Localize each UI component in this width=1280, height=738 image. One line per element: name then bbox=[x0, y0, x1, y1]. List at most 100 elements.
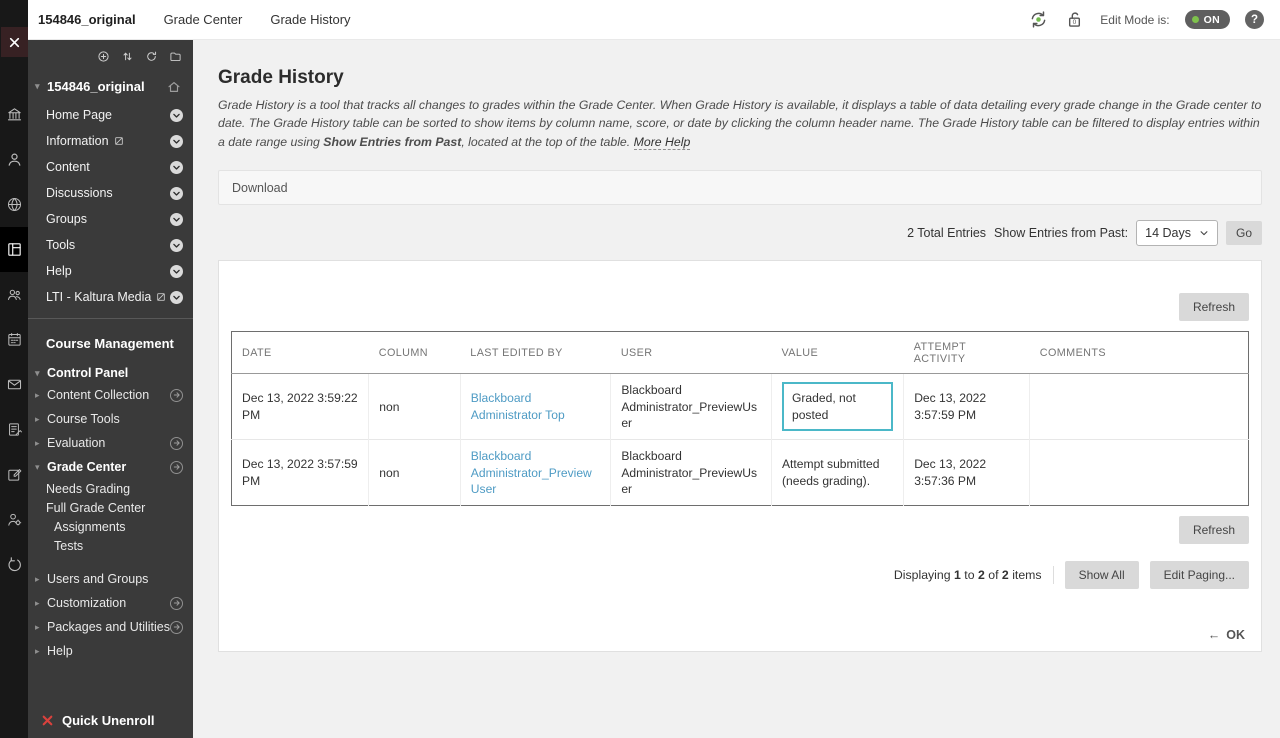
sidebar-item-assignments[interactable]: Assignments bbox=[28, 517, 193, 536]
more-help-link[interactable]: More Help bbox=[634, 135, 691, 150]
back-arrow-icon: ← bbox=[1208, 628, 1221, 642]
sidebar-item-lti-kaltura-media[interactable]: LTI - Kaltura Media bbox=[28, 284, 193, 310]
sidebar-item-course-tools[interactable]: ▸Course Tools bbox=[28, 407, 193, 431]
open-in-new-arrow-icon[interactable] bbox=[170, 437, 183, 450]
sidebar-item-information[interactable]: Information bbox=[28, 128, 193, 154]
last-edited-by-link[interactable]: Blackboard Administrator Top bbox=[471, 391, 565, 421]
reorder-icon[interactable] bbox=[121, 50, 134, 63]
sidebar-tools bbox=[28, 40, 193, 65]
page-description: Grade History is a tool that tracks all … bbox=[218, 96, 1262, 151]
sidebar-item-groups[interactable]: Groups bbox=[28, 206, 193, 232]
item-options-chevron-icon[interactable] bbox=[170, 135, 183, 148]
item-options-chevron-icon[interactable] bbox=[170, 161, 183, 174]
sidebar-item-label: Course Tools bbox=[47, 412, 120, 426]
sidebar-item-content[interactable]: Content bbox=[28, 154, 193, 180]
sidebar-item-customization[interactable]: ▸Customization bbox=[28, 591, 193, 615]
sidebar-item-home-page[interactable]: Home Page bbox=[28, 102, 193, 128]
edit-paging-button[interactable]: Edit Paging... bbox=[1150, 561, 1249, 589]
open-in-new-arrow-icon[interactable] bbox=[170, 389, 183, 402]
column-header-value[interactable]: VALUE bbox=[771, 332, 903, 374]
sidebar-item-grade-center[interactable]: ▾Grade Center bbox=[28, 455, 193, 479]
sidebar-item-users-and-groups[interactable]: ▸Users and Groups bbox=[28, 567, 193, 591]
create-icon[interactable] bbox=[0, 452, 28, 497]
column-header-attempt-activity[interactable]: ATTEMPT ACTIVITY bbox=[904, 332, 1030, 374]
sidebar-item-packages-and-utilities[interactable]: ▸Packages and Utilities bbox=[28, 615, 193, 639]
help-button[interactable]: ? bbox=[1245, 10, 1264, 29]
profile-icon[interactable] bbox=[0, 137, 28, 182]
breadcrumb-course[interactable]: 154846_original bbox=[28, 12, 150, 27]
column-header-last-edited-by[interactable]: LAST EDITED BY bbox=[460, 332, 611, 374]
student-preview-icon[interactable] bbox=[1028, 9, 1049, 30]
breadcrumb-grade-history[interactable]: Grade History bbox=[256, 12, 364, 27]
download-button[interactable]: Download bbox=[232, 181, 288, 195]
groups-icon[interactable] bbox=[0, 272, 28, 317]
item-options-chevron-icon[interactable] bbox=[170, 109, 183, 122]
sidebar-item-label: Assignments bbox=[54, 520, 126, 534]
lock-icon[interactable]: 0 bbox=[1064, 9, 1085, 30]
sidebar-item-label: Customization bbox=[47, 596, 126, 610]
open-in-new-arrow-icon[interactable] bbox=[170, 597, 183, 610]
last-edited-by-link[interactable]: Blackboard Administrator_PreviewUser bbox=[471, 449, 592, 496]
sidebar-item-tools[interactable]: Tools bbox=[28, 232, 193, 258]
edit-mode-toggle[interactable]: ON bbox=[1185, 10, 1230, 29]
column-header-comments[interactable]: COMMENTS bbox=[1030, 332, 1249, 374]
quick-unenroll-label: Quick Unenroll bbox=[62, 713, 154, 728]
sign-out-icon[interactable] bbox=[0, 542, 28, 587]
cell-attempt-activity: Dec 13, 2022 3:57:36 PM bbox=[904, 440, 1030, 506]
control-panel-menu: ▸Content Collection▸Course Tools▸Evaluat… bbox=[28, 383, 193, 663]
globe-icon[interactable] bbox=[0, 182, 28, 227]
course-sidebar: ▾ 154846_original Home PageInformationCo… bbox=[28, 40, 193, 738]
period-select[interactable]: 14 Days bbox=[1136, 220, 1218, 246]
column-header-user[interactable]: USER bbox=[611, 332, 772, 374]
cell-attempt-activity: Dec 13, 2022 3:57:59 PM bbox=[904, 374, 1030, 440]
sidebar-item-content-collection[interactable]: ▸Content Collection bbox=[28, 383, 193, 407]
sidebar-item-full-grade-center[interactable]: Full Grade Center bbox=[28, 498, 193, 517]
sidebar-item-label: LTI - Kaltura Media bbox=[46, 290, 151, 304]
home-icon[interactable] bbox=[167, 80, 181, 94]
column-header-date[interactable]: DATE bbox=[232, 332, 369, 374]
course-management-heading: Course Management bbox=[28, 319, 193, 353]
sidebar-item-help[interactable]: ▸Help bbox=[28, 639, 193, 663]
grades-icon[interactable] bbox=[0, 407, 28, 452]
quick-unenroll-button[interactable]: Quick Unenroll bbox=[41, 713, 154, 728]
open-in-new-arrow-icon[interactable] bbox=[170, 621, 183, 634]
add-circle-icon[interactable] bbox=[97, 50, 110, 63]
control-panel-heading[interactable]: ▾ Control Panel bbox=[28, 353, 193, 383]
refresh-button-top[interactable]: Refresh bbox=[1179, 293, 1249, 321]
period-select-value: 14 Days bbox=[1145, 226, 1191, 240]
cell-last-edited-by: Blackboard Administrator_PreviewUser bbox=[460, 440, 611, 506]
caret-right-icon: ▸ bbox=[35, 646, 47, 657]
calendar-icon[interactable] bbox=[0, 317, 28, 362]
show-all-button[interactable]: Show All bbox=[1065, 561, 1139, 589]
sidebar-item-evaluation[interactable]: ▸Evaluation bbox=[28, 431, 193, 455]
breadcrumb-grade-center[interactable]: Grade Center bbox=[150, 12, 257, 27]
open-in-new-arrow-icon[interactable] bbox=[170, 461, 183, 474]
folder-icon[interactable] bbox=[169, 50, 182, 63]
close-menu-button[interactable] bbox=[1, 27, 28, 57]
sidebar-item-needs-grading[interactable]: Needs Grading bbox=[28, 479, 193, 498]
cell-comments bbox=[1030, 440, 1249, 506]
ok-button[interactable]: ← OK bbox=[1208, 628, 1245, 642]
item-options-chevron-icon[interactable] bbox=[170, 265, 183, 278]
item-options-chevron-icon[interactable] bbox=[170, 291, 183, 304]
user-text: Blackboard Administrator_PreviewUser bbox=[621, 449, 757, 496]
column-header-column[interactable]: COLUMN bbox=[369, 332, 461, 374]
item-options-chevron-icon[interactable] bbox=[170, 187, 183, 200]
institution-icon[interactable] bbox=[0, 92, 28, 137]
courses-icon[interactable] bbox=[0, 227, 28, 272]
sidebar-item-help[interactable]: Help bbox=[28, 258, 193, 284]
item-options-chevron-icon[interactable] bbox=[170, 239, 183, 252]
sidebar-item-discussions[interactable]: Discussions bbox=[28, 180, 193, 206]
sidebar-item-label: Needs Grading bbox=[46, 482, 130, 496]
messages-icon[interactable] bbox=[0, 362, 28, 407]
refresh-button-bottom[interactable]: Refresh bbox=[1179, 516, 1249, 544]
refresh-icon[interactable] bbox=[145, 50, 158, 63]
sidebar-item-label: Users and Groups bbox=[47, 572, 148, 586]
sidebar-course-title[interactable]: ▾ 154846_original bbox=[28, 65, 193, 102]
go-button[interactable]: Go bbox=[1226, 221, 1262, 245]
admin-icon[interactable] bbox=[0, 497, 28, 542]
hidden-from-students-icon bbox=[156, 292, 166, 302]
edit-mode-on-dot bbox=[1192, 16, 1199, 23]
sidebar-item-tests[interactable]: Tests bbox=[28, 536, 193, 555]
item-options-chevron-icon[interactable] bbox=[170, 213, 183, 226]
